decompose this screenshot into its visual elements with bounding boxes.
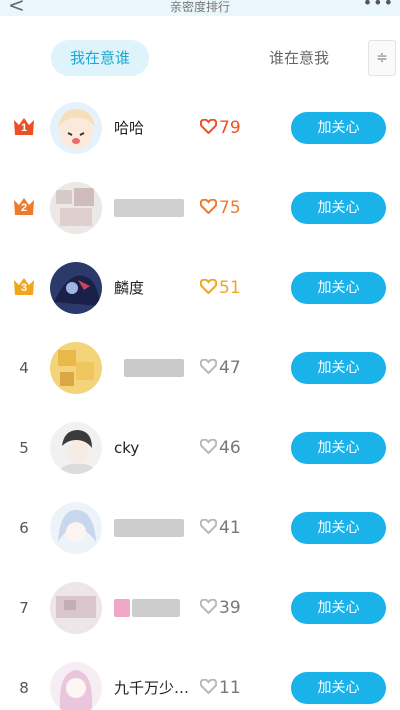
pixelated-name xyxy=(114,519,184,537)
list-item[interactable]: 4 47 加关心 xyxy=(0,328,400,408)
avatar[interactable] xyxy=(50,102,102,154)
rank-number: 6 xyxy=(19,519,29,537)
user-name: 哈哈 xyxy=(114,119,145,137)
ranking-list: 1 哈哈 79 加关心 2 75 加关心 3 麟度 51 加关心 4 47 加关… xyxy=(0,88,400,710)
rank-number: 1 xyxy=(20,122,28,134)
pixelated-name xyxy=(114,599,130,617)
intimacy-score: 46 xyxy=(200,436,270,460)
rank-number: 3 xyxy=(20,282,28,294)
rank-number: 4 xyxy=(19,359,29,377)
heart-icon xyxy=(200,279,217,294)
add-care-button[interactable]: 加关心 xyxy=(291,592,386,624)
list-item[interactable]: 2 75 加关心 xyxy=(0,168,400,248)
list-item[interactable]: 1 哈哈 79 加关心 xyxy=(0,88,400,168)
add-care-button[interactable]: 加关心 xyxy=(291,512,386,544)
crown-icon: 3 xyxy=(12,276,36,296)
rank-number: 8 xyxy=(19,679,29,697)
heart-icon xyxy=(200,199,217,214)
heart-icon xyxy=(200,439,217,454)
tab-who-i-care[interactable]: 我在意谁 xyxy=(51,40,149,76)
score-value: 75 xyxy=(219,198,241,218)
score-value: 46 xyxy=(219,438,241,458)
user-name: cky xyxy=(114,439,140,457)
rank-number: 7 xyxy=(19,599,29,617)
score-value: 79 xyxy=(219,118,241,138)
user-name: 九千万少… xyxy=(114,679,190,697)
add-care-button[interactable]: 加关心 xyxy=(291,272,386,304)
crown-icon: 1 xyxy=(12,116,36,136)
heart-icon xyxy=(200,519,217,534)
pixelated-name xyxy=(132,599,180,617)
sort-menu-icon[interactable]: ≑ xyxy=(368,40,396,76)
avatar[interactable] xyxy=(50,422,102,474)
intimacy-score: 47 xyxy=(200,356,270,380)
add-care-button[interactable]: 加关心 xyxy=(291,192,386,224)
add-care-button[interactable]: 加关心 xyxy=(291,352,386,384)
score-value: 39 xyxy=(219,598,241,618)
list-item[interactable]: 3 麟度 51 加关心 xyxy=(0,248,400,328)
intimacy-score: 39 xyxy=(200,596,270,620)
crown-icon: 2 xyxy=(12,196,36,216)
more-icon[interactable]: ••• xyxy=(363,0,394,12)
intimacy-score: 75 xyxy=(200,196,270,220)
avatar[interactable] xyxy=(50,502,102,554)
rank-number: 2 xyxy=(20,202,28,214)
top-bar: < 亲密度排行 ••• xyxy=(0,0,400,17)
list-item[interactable]: 7 39 加关心 xyxy=(0,568,400,648)
intimacy-score: 51 xyxy=(200,276,270,300)
add-care-button[interactable]: 加关心 xyxy=(291,672,386,704)
intimacy-score: 41 xyxy=(200,516,270,540)
avatar[interactable] xyxy=(50,662,102,710)
score-value: 41 xyxy=(219,518,241,538)
add-care-button[interactable]: 加关心 xyxy=(291,432,386,464)
user-name: 麟度 xyxy=(114,279,145,297)
rank-number: 5 xyxy=(19,439,29,457)
avatar[interactable] xyxy=(50,582,102,634)
list-item[interactable]: 8 九千万少… 11 加关心 xyxy=(0,648,400,710)
heart-icon xyxy=(200,599,217,614)
intimacy-score: 11 xyxy=(200,676,270,700)
list-item[interactable]: 6 41 加关心 xyxy=(0,488,400,568)
add-care-button[interactable]: 加关心 xyxy=(291,112,386,144)
list-item[interactable]: 5 cky 46 加关心 xyxy=(0,408,400,488)
page-title: 亲密度排行 xyxy=(169,0,230,14)
score-value: 11 xyxy=(219,678,241,698)
pixelated-name xyxy=(124,359,184,377)
score-value: 47 xyxy=(219,358,241,378)
avatar[interactable] xyxy=(50,342,102,394)
heart-icon xyxy=(200,359,217,374)
tab-bar: 我在意谁 谁在意我 ≑ xyxy=(0,36,400,80)
tab-who-cares-me[interactable]: 谁在意我 xyxy=(250,40,348,76)
score-value: 51 xyxy=(219,278,241,298)
avatar[interactable] xyxy=(50,262,102,314)
avatar[interactable] xyxy=(50,182,102,234)
heart-icon xyxy=(200,119,217,134)
intimacy-score: 79 xyxy=(200,116,270,140)
heart-icon xyxy=(200,679,217,694)
pixelated-name xyxy=(114,199,184,217)
